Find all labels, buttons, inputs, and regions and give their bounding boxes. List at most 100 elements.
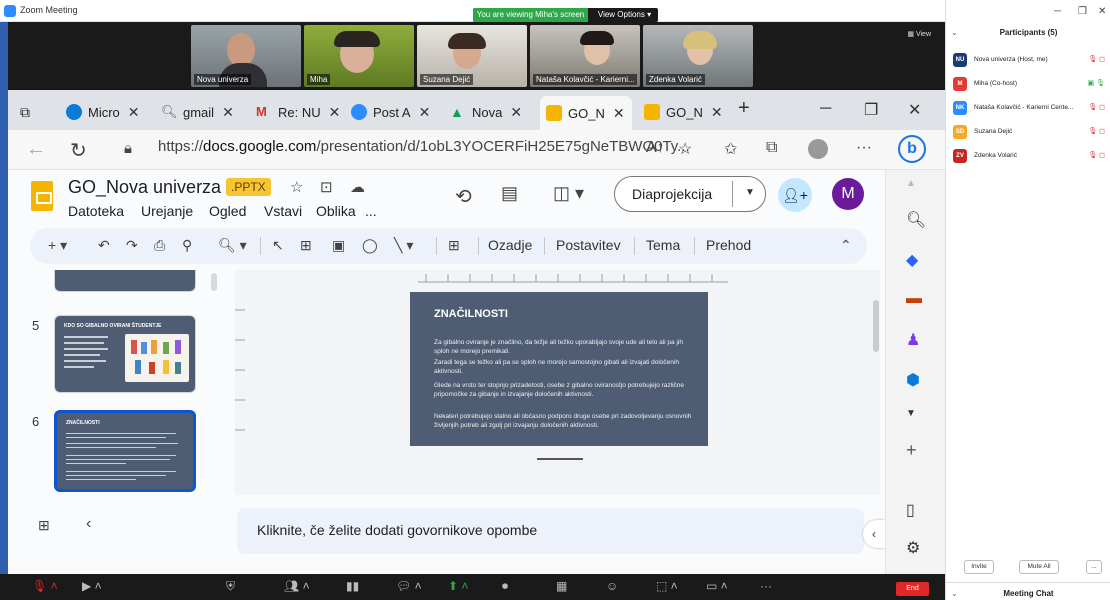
- menu-format[interactable]: Oblika: [316, 203, 356, 219]
- chat-icon[interactable]: 💬︎ ˄: [396, 579, 422, 593]
- new-slide-icon[interactable]: + ▾: [48, 237, 67, 254]
- browser-tab[interactable]: ▲ Nova ✕: [444, 97, 534, 127]
- shape-icon[interactable]: ◯: [362, 237, 378, 254]
- settings-more-icon[interactable]: ···: [856, 139, 872, 157]
- slide-paragraph[interactable]: Nekateri potrebujejo stalno ali občasno …: [434, 412, 694, 430]
- slides-logo-icon[interactable]: [31, 181, 53, 211]
- settings-gear-icon[interactable]: ⚙: [906, 538, 920, 558]
- more-options-button[interactable]: ...: [1086, 560, 1102, 574]
- mic-muted-icon[interactable]: 🎙︎ ◻: [1088, 103, 1105, 111]
- close-tab-icon[interactable]: ✕: [510, 104, 522, 121]
- menu-view[interactable]: Ogled: [209, 203, 246, 219]
- games-icon[interactable]: ♟: [906, 330, 920, 350]
- redo-icon[interactable]: ↷: [126, 237, 138, 254]
- record-icon[interactable]: ⏺: [502, 579, 508, 594]
- toolbox-icon[interactable]: ▬: [906, 290, 922, 308]
- menu-file[interactable]: Datoteka: [68, 203, 124, 219]
- browser-tab[interactable]: 🔍︎ gmail ✕: [155, 97, 245, 127]
- read-aloud-icon[interactable]: A↑: [646, 139, 665, 157]
- participant-row[interactable]: NK Nataša Kolavčić - Karierni Cente... 🎙…: [953, 101, 1110, 119]
- slide-paragraph[interactable]: Zaradi tega se težko ali pa se sploh ne …: [434, 358, 694, 376]
- undo-icon[interactable]: ↶: [98, 237, 110, 254]
- restore-icon[interactable]: ❐: [864, 100, 878, 120]
- browser-tab[interactable]: Micro ✕: [60, 97, 150, 127]
- resize-handle[interactable]: [537, 458, 583, 460]
- transition-button[interactable]: Prehod: [706, 237, 751, 253]
- video-icon[interactable]: ▶︎ ˄: [82, 579, 102, 593]
- whiteboards-icon[interactable]: ▭ ˄: [706, 579, 728, 593]
- slide-paragraph[interactable]: Za gibalno oviranje je značilno, da težj…: [434, 338, 694, 356]
- browser-tab-active[interactable]: GO_N ✕: [540, 96, 632, 130]
- more-icon[interactable]: ···: [760, 579, 772, 593]
- gallery-view-button[interactable]: ▦ View: [907, 30, 931, 38]
- browser-tab[interactable]: GO_N ✕: [638, 97, 730, 127]
- background-button[interactable]: Ozadje: [488, 237, 532, 253]
- print-icon[interactable]: ⎙: [154, 237, 165, 254]
- new-tab-icon[interactable]: +: [738, 97, 750, 120]
- browser-tab[interactable]: Post A ✕: [345, 97, 440, 127]
- refresh-icon[interactable]: ↻: [70, 138, 87, 163]
- invite-button[interactable]: Invite: [964, 560, 994, 574]
- close-tab-icon[interactable]: ✕: [711, 104, 723, 121]
- office-icon[interactable]: ⬢: [906, 370, 920, 390]
- share-user-icon[interactable]: 👤︎+: [778, 178, 812, 212]
- bing-copilot-icon[interactable]: b: [898, 135, 926, 163]
- participant-row[interactable]: SD Suzana Dejić 🎙︎ ◻: [953, 125, 1110, 143]
- close-tab-icon[interactable]: ✕: [128, 104, 140, 121]
- menu-edit[interactable]: Urejanje: [141, 203, 193, 219]
- version-history-icon[interactable]: ⟲: [455, 184, 472, 209]
- video-tile[interactable]: Miha: [304, 25, 414, 87]
- collapse-filmstrip-icon[interactable]: ‹: [86, 515, 91, 533]
- reactions-icon[interactable]: ☺: [606, 579, 618, 593]
- canvas-scrollbar[interactable]: [873, 300, 879, 352]
- paint-format-icon[interactable]: ⚲: [182, 237, 192, 254]
- close-tab-icon[interactable]: ✕: [222, 104, 234, 121]
- select-cursor-icon[interactable]: ↖: [272, 237, 284, 254]
- slideshow-button[interactable]: Diaprojekcija ▼: [614, 176, 766, 212]
- menu-insert[interactable]: Vstavi: [264, 203, 302, 219]
- favorites-icon[interactable]: ✩: [724, 139, 737, 159]
- slideshow-dropdown-icon[interactable]: ▼: [745, 187, 755, 198]
- close-tab-icon[interactable]: ✕: [613, 105, 625, 122]
- tag-icon[interactable]: ◆: [906, 250, 918, 270]
- expand-side-panel-icon[interactable]: ‹: [863, 520, 885, 548]
- video-tile[interactable]: Nataša Kolavčić - Karierni...: [530, 25, 640, 87]
- comment-add-icon[interactable]: ⊞: [448, 237, 460, 254]
- tab-actions-button[interactable]: ⧉: [14, 97, 52, 127]
- slide-thumbnail[interactable]: KDO SO GIBALNO OVIRANI ŠTUDENTJE: [54, 315, 196, 393]
- video-tile[interactable]: Zdenka Volarić: [643, 25, 753, 87]
- menu-more[interactable]: ...: [365, 203, 377, 219]
- account-avatar[interactable]: M: [832, 178, 864, 210]
- slide-thumbnail[interactable]: [54, 270, 196, 292]
- theme-button[interactable]: Tema: [646, 237, 680, 253]
- participant-row[interactable]: ZV Zdenka Volarić 🎙︎ ◻: [953, 149, 1110, 167]
- panel-restore-icon[interactable]: ❐: [1078, 6, 1087, 17]
- collections-icon[interactable]: ⧉: [766, 139, 777, 157]
- current-slide[interactable]: ZNAČILNOSTI Za gibalno oviranje je znači…: [410, 292, 708, 446]
- share-screen-icon[interactable]: ⬆ ˄: [448, 579, 468, 593]
- add-sidebar-app-icon[interactable]: +: [906, 440, 917, 461]
- slide-thumbnail-selected[interactable]: ZNAČILNOSTI: [54, 410, 196, 492]
- line-icon[interactable]: ╲ ▾: [394, 237, 413, 254]
- mic-muted-icon[interactable]: 🎙︎ ◻: [1088, 127, 1105, 135]
- collapse-toolbar-icon[interactable]: ⌃: [840, 237, 852, 254]
- close-tab-icon[interactable]: ✕: [419, 104, 431, 121]
- filmstrip-scrollbar[interactable]: [211, 273, 217, 291]
- minimize-icon[interactable]: ─: [820, 100, 831, 118]
- participants-icon[interactable]: 👥︎ ˄: [284, 579, 310, 593]
- security-icon[interactable]: ⛨: [226, 579, 235, 594]
- comments-icon[interactable]: ▤: [501, 183, 518, 204]
- back-icon[interactable]: ←: [26, 138, 46, 161]
- layout-button[interactable]: Postavitev: [556, 237, 621, 253]
- breakout-rooms-icon[interactable]: ▦: [556, 579, 567, 593]
- mic-muted-icon[interactable]: 🎙︎ ◻: [1088, 151, 1105, 159]
- close-tab-icon[interactable]: ✕: [329, 104, 340, 121]
- sidebar-scroll-down-icon[interactable]: ▼: [906, 408, 916, 419]
- participant-row[interactable]: M Miha (Co-host) ▣ 🎙︎: [953, 77, 1110, 95]
- sidebar-scroll-up-icon[interactable]: ▲: [906, 178, 916, 189]
- end-meeting-button[interactable]: End: [896, 582, 929, 596]
- mic-muted-icon[interactable]: 🎙︎ ◻: [1088, 55, 1105, 63]
- speaker-notes[interactable]: Kliknite, če želite dodati govornikove o…: [237, 508, 864, 554]
- slide-paragraph[interactable]: Glede na vrsto ter stopnjo prizadetosti,…: [434, 381, 694, 399]
- move-folder-icon[interactable]: ⊡: [320, 178, 333, 196]
